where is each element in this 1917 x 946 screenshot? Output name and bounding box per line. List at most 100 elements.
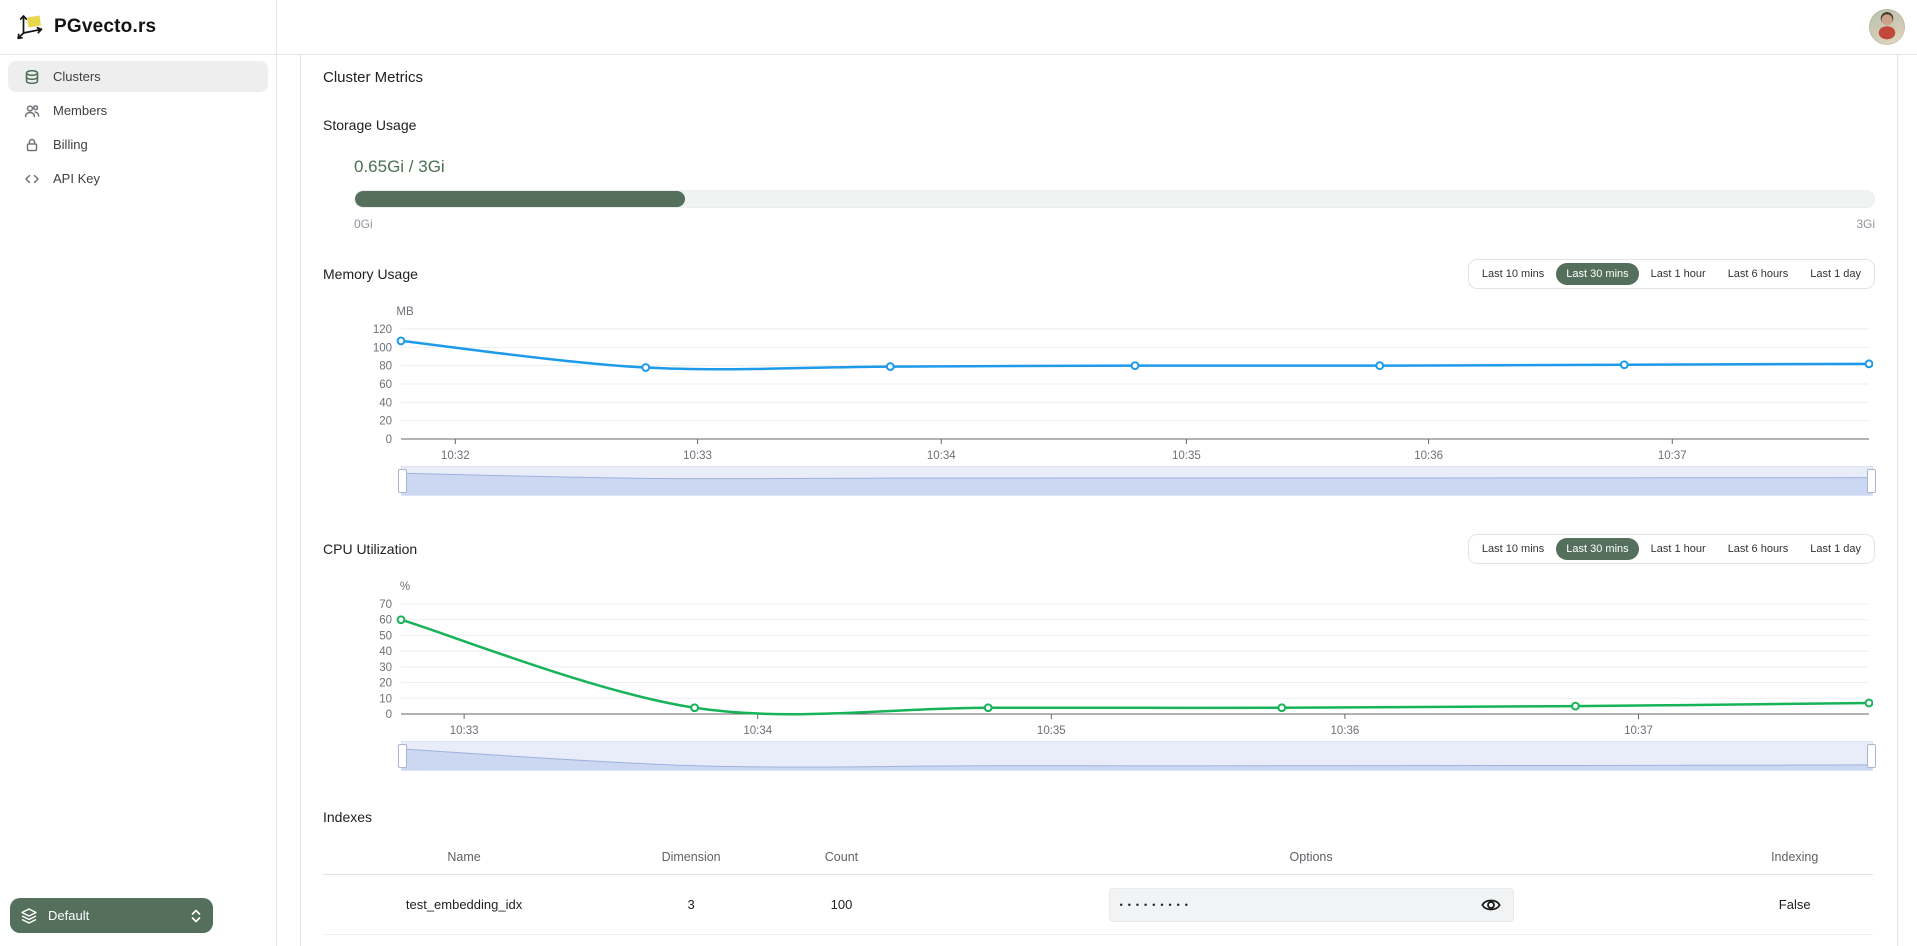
- database-icon: [24, 69, 40, 85]
- svg-text:120: 120: [373, 324, 392, 336]
- memory-datazoom-preview: [402, 467, 1872, 495]
- lock-icon: [24, 137, 40, 153]
- cluster-selector-button[interactable]: Default: [10, 898, 213, 933]
- svg-text:10:37: 10:37: [1658, 450, 1687, 462]
- sidebar-item-clusters[interactable]: Clusters: [8, 61, 268, 92]
- svg-text:MB: MB: [396, 306, 414, 318]
- svg-text:10:37: 10:37: [1624, 725, 1653, 737]
- time-range-last-1-hour[interactable]: Last 1 hour: [1641, 538, 1716, 560]
- svg-text:%: %: [400, 581, 410, 593]
- svg-text:80: 80: [379, 361, 392, 373]
- time-range-last-1-day[interactable]: Last 1 day: [1800, 263, 1871, 285]
- chevron-up-down-icon: [189, 908, 203, 924]
- memory-usage-title: Memory Usage: [323, 266, 418, 282]
- time-range-last-30-mins[interactable]: Last 30 mins: [1556, 538, 1638, 560]
- index-options-cell: •••••••••: [906, 888, 1717, 922]
- app-name: PGvecto.rs: [54, 16, 156, 38]
- cpu-time-range-group: Last 10 mins Last 30 mins Last 1 hour La…: [1468, 534, 1875, 564]
- memory-time-range-group: Last 10 mins Last 30 mins Last 1 hour La…: [1468, 259, 1875, 289]
- datazoom-handle-left[interactable]: [398, 744, 407, 768]
- topbar: [277, 0, 1917, 55]
- time-range-last-10-mins[interactable]: Last 10 mins: [1472, 538, 1554, 560]
- svg-text:10:35: 10:35: [1172, 450, 1201, 462]
- sidebar-item-label: Clusters: [53, 69, 101, 84]
- options-masked-input[interactable]: •••••••••: [1109, 888, 1514, 922]
- time-range-last-6-hours[interactable]: Last 6 hours: [1718, 263, 1799, 285]
- datazoom-handle-right[interactable]: [1867, 469, 1876, 493]
- svg-text:10:36: 10:36: [1414, 450, 1443, 462]
- svg-text:0: 0: [386, 709, 392, 721]
- svg-text:70: 70: [379, 599, 392, 611]
- sidebar-nav: Clusters Members Billing API Key: [0, 55, 276, 203]
- cpu-datazoom-preview: [402, 742, 1872, 770]
- index-name-cell: test_embedding_idx: [323, 897, 605, 912]
- datazoom-handle-left[interactable]: [398, 469, 407, 493]
- sidebar-item-label: Members: [53, 103, 107, 118]
- column-header-name: Name: [323, 850, 605, 864]
- svg-text:20: 20: [379, 416, 392, 428]
- page-title: Cluster Metrics: [323, 69, 1875, 86]
- cpu-utilization-section: CPU Utilization Last 10 mins Last 30 min…: [323, 534, 1875, 771]
- storage-usage-block: 0.65Gi / 3Gi 0Gi 3Gi: [354, 157, 1875, 231]
- sidebar-item-label: API Key: [53, 171, 100, 186]
- memory-usage-chart: MB02040608010012010:3210:3310:3410:3510:…: [323, 299, 1873, 463]
- svg-text:0: 0: [386, 434, 392, 446]
- time-range-last-1-hour[interactable]: Last 1 hour: [1641, 263, 1716, 285]
- time-range-last-10-mins[interactable]: Last 10 mins: [1472, 263, 1554, 285]
- storage-usage-value: 0.65Gi / 3Gi: [354, 157, 1875, 177]
- svg-text:10:32: 10:32: [441, 450, 470, 462]
- code-icon: [24, 171, 40, 187]
- time-range-last-6-hours[interactable]: Last 6 hours: [1718, 538, 1799, 560]
- table-row: test_embedding_idx 3 100 •••••••••: [323, 875, 1873, 935]
- svg-text:10:34: 10:34: [927, 450, 956, 462]
- column-header-dimension: Dimension: [605, 850, 777, 864]
- cpu-datazoom-slider[interactable]: [401, 741, 1873, 771]
- svg-text:40: 40: [379, 397, 392, 409]
- svg-text:60: 60: [379, 379, 392, 391]
- reveal-options-button[interactable]: [1479, 893, 1503, 917]
- svg-text:10:33: 10:33: [450, 725, 479, 737]
- index-dimension-cell: 3: [605, 897, 777, 912]
- time-range-last-1-day[interactable]: Last 1 day: [1800, 538, 1871, 560]
- svg-text:10:35: 10:35: [1037, 725, 1066, 737]
- storage-progress-fill: [355, 191, 685, 207]
- sidebar: PGvecto.rs Clusters Members: [0, 0, 277, 946]
- memory-usage-section: Memory Usage Last 10 mins Last 30 mins L…: [323, 259, 1875, 496]
- cluster-selector-label: Default: [48, 908, 179, 923]
- svg-text:60: 60: [379, 615, 392, 627]
- column-header-indexing: Indexing: [1716, 850, 1873, 864]
- content-panel: Cluster Metrics Storage Usage 0.65Gi / 3…: [300, 55, 1898, 946]
- indexes-title: Indexes: [323, 809, 1875, 825]
- layers-icon: [20, 907, 38, 925]
- index-indexing-cell: False: [1716, 897, 1873, 912]
- app-logo: PGvecto.rs: [0, 0, 276, 55]
- options-masked-value: •••••••••: [1120, 888, 1479, 922]
- column-header-options: Options: [906, 850, 1717, 864]
- sidebar-item-api-key[interactable]: API Key: [8, 163, 268, 194]
- memory-datazoom-slider[interactable]: [401, 466, 1873, 496]
- svg-text:10: 10: [379, 693, 392, 705]
- svg-text:20: 20: [379, 678, 392, 690]
- members-icon: [24, 103, 40, 119]
- sidebar-item-label: Billing: [53, 137, 88, 152]
- sidebar-item-members[interactable]: Members: [8, 95, 268, 126]
- sidebar-item-billing[interactable]: Billing: [8, 129, 268, 160]
- cpu-utilization-title: CPU Utilization: [323, 541, 417, 557]
- svg-text:10:34: 10:34: [743, 725, 772, 737]
- indexes-table-header: Name Dimension Count Options Indexing: [323, 839, 1873, 875]
- svg-text:50: 50: [379, 630, 392, 642]
- storage-usage-title: Storage Usage: [323, 117, 1875, 133]
- svg-text:40: 40: [379, 646, 392, 658]
- storage-scale: 0Gi 3Gi: [354, 217, 1875, 231]
- user-avatar[interactable]: [1869, 9, 1905, 45]
- column-header-count: Count: [777, 850, 906, 864]
- indexes-table: Name Dimension Count Options Indexing te…: [323, 839, 1873, 935]
- svg-text:10:33: 10:33: [683, 450, 712, 462]
- main-area: Cluster Metrics Storage Usage 0.65Gi / 3…: [277, 0, 1917, 946]
- storage-progress-bar: [354, 190, 1875, 208]
- pgvecto-logo-icon: [15, 12, 45, 42]
- svg-text:10:36: 10:36: [1331, 725, 1360, 737]
- datazoom-handle-right[interactable]: [1867, 744, 1876, 768]
- time-range-last-30-mins[interactable]: Last 30 mins: [1556, 263, 1638, 285]
- storage-scale-max: 3Gi: [1856, 217, 1875, 231]
